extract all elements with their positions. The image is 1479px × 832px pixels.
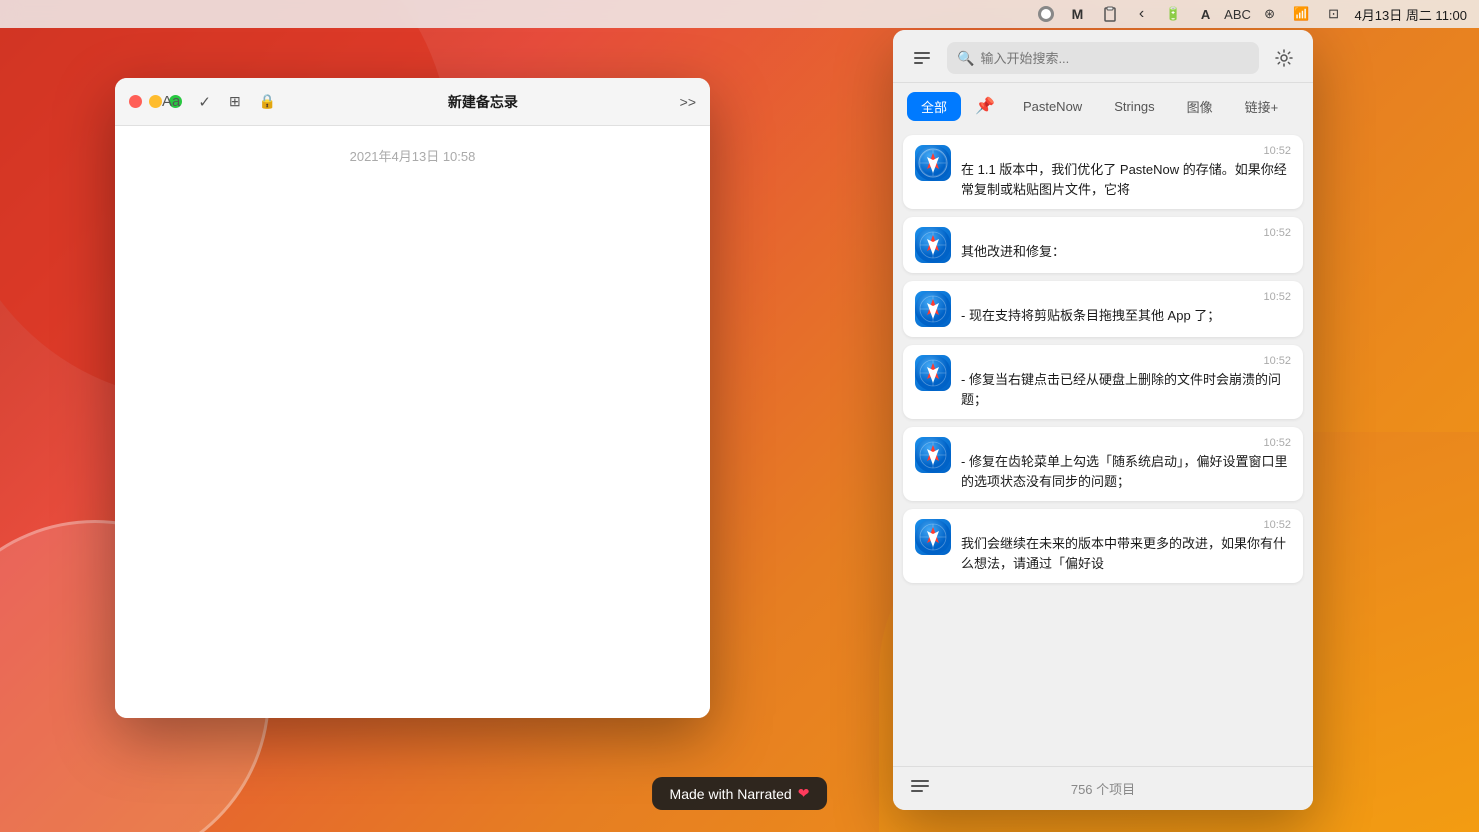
clip-text: 其他改进和修复： xyxy=(961,242,1291,262)
clip-time: 10:52 xyxy=(1263,227,1291,239)
clip-body: 10:52 我们会继续在未来的版本中带来更多的改进，如果你有什么想法，请通过「偏… xyxy=(961,519,1291,573)
menubar-pastenow-icon[interactable] xyxy=(1035,3,1057,25)
clip-text: - 现在支持将剪贴板条目拖拽至其他 App 了； xyxy=(961,306,1291,326)
app-icon-safari xyxy=(915,291,951,327)
search-icon: 🔍 xyxy=(957,50,974,67)
clip-meta: 10:52 xyxy=(961,291,1291,303)
clip-time: 10:52 xyxy=(1263,437,1291,449)
app-icon-safari xyxy=(915,145,951,181)
clip-time: 10:52 xyxy=(1263,355,1291,367)
tab-links[interactable]: 链接+ xyxy=(1231,92,1293,121)
notes-window-title: 新建备忘录 xyxy=(316,92,650,112)
list-item[interactable]: 10:52 我们会继续在未来的版本中带来更多的改进，如果你有什么想法，请通过「偏… xyxy=(903,509,1303,583)
clip-meta: 10:52 xyxy=(961,355,1291,367)
menubar-font-icon[interactable]: A xyxy=(1195,3,1217,25)
menubar-m-icon[interactable]: M xyxy=(1067,3,1089,25)
clip-time: 10:52 xyxy=(1263,145,1291,157)
app-icon-safari xyxy=(915,227,951,263)
clip-body: 10:52 在 1.1 版本中，我们优化了 PasteNow 的存储。如果你经常… xyxy=(961,145,1291,199)
tooltip-text: Made with Narrated xyxy=(670,786,792,802)
settings-button[interactable] xyxy=(1269,43,1299,73)
pastenow-panel: 🔍 全部 📌 PasteNow Strings 图像 链接+ xyxy=(893,30,1313,810)
toolbar-font-button[interactable]: Aa xyxy=(162,93,180,110)
tab-strings[interactable]: Strings xyxy=(1100,94,1168,119)
notes-window: Aa ✓ ⊞ 🔒 新建备忘录 >> 2021年4月13日 10:58 xyxy=(115,78,710,718)
toolbar-table-button[interactable]: ⊞ xyxy=(229,93,241,110)
tooltip-heart-icon: ❤ xyxy=(798,785,810,802)
tab-pinned[interactable]: 📌 xyxy=(965,91,1005,121)
list-item[interactable]: 10:52 - 修复当右键点击已经从硬盘上删除的文件时会崩溃的问题； xyxy=(903,345,1303,419)
clip-time: 10:52 xyxy=(1263,519,1291,531)
panel-footer: 756 个项目 xyxy=(893,766,1313,810)
clip-body: 10:52 - 现在支持将剪贴板条目拖拽至其他 App 了； xyxy=(961,291,1291,326)
app-icon-safari xyxy=(915,437,951,473)
menubar-bluetooth-icon[interactable]: ⊛ xyxy=(1259,3,1281,25)
panel-header: 🔍 xyxy=(893,30,1313,83)
list-item[interactable]: 10:52 在 1.1 版本中，我们优化了 PasteNow 的存储。如果你经常… xyxy=(903,135,1303,209)
menubar-wifi-icon[interactable]: 📶 xyxy=(1291,3,1313,25)
clip-time: 10:52 xyxy=(1263,291,1291,303)
tab-all[interactable]: 全部 xyxy=(907,92,961,121)
notes-titlebar: Aa ✓ ⊞ 🔒 新建备忘录 >> xyxy=(115,78,710,126)
list-item[interactable]: 10:52 - 现在支持将剪贴板条目拖拽至其他 App 了； xyxy=(903,281,1303,337)
menubar-datetime: 4月13日 周二 11:00 xyxy=(1355,5,1467,24)
app-icon-safari xyxy=(915,355,951,391)
search-input[interactable] xyxy=(980,51,1249,66)
notes-timestamp: 2021年4月13日 10:58 xyxy=(350,146,476,165)
app-icon-safari xyxy=(915,519,951,555)
menubar: M ‹ 🔋 A ABC ⊛ 📶 ⊡ 4月13日 周二 11:00 xyxy=(0,0,1479,28)
clip-body: 10:52 - 修复当右键点击已经从硬盘上删除的文件时会崩溃的问题； xyxy=(961,355,1291,409)
toolbar-lock-button[interactable]: 🔒 xyxy=(259,93,276,110)
search-bar[interactable]: 🔍 xyxy=(947,42,1259,74)
clip-meta: 10:52 xyxy=(961,437,1291,449)
list-item[interactable]: 10:52 - 修复在齿轮菜单上勾选「随系统启动」，偏好设置窗口里的选项状态没有… xyxy=(903,427,1303,501)
clip-text: 在 1.1 版本中，我们优化了 PasteNow 的存储。如果你经常复制或粘贴图… xyxy=(961,160,1291,199)
menubar-back-icon[interactable]: ‹ xyxy=(1131,3,1153,25)
clip-meta: 10:52 xyxy=(961,227,1291,239)
made-with-narrated-tooltip: Made with Narrated ❤ xyxy=(652,777,828,810)
clip-body: 10:52 其他改进和修复： xyxy=(961,227,1291,262)
clipboard-items-list[interactable]: 10:52 在 1.1 版本中，我们优化了 PasteNow 的存储。如果你经常… xyxy=(893,129,1313,766)
filter-tabs: 全部 📌 PasteNow Strings 图像 链接+ xyxy=(893,83,1313,129)
menubar-right: M ‹ 🔋 A ABC ⊛ 📶 ⊡ 4月13日 周二 11:00 xyxy=(1035,3,1467,25)
clip-text: - 修复当右键点击已经从硬盘上删除的文件时会崩溃的问题； xyxy=(961,370,1291,409)
list-item[interactable]: 10:52 其他改进和修复： xyxy=(903,217,1303,273)
menubar-controlcenter-icon[interactable]: ⊡ xyxy=(1323,3,1345,25)
window-minimize-button[interactable] xyxy=(149,95,162,108)
footer-menu-icon[interactable] xyxy=(909,775,931,802)
toolbar-expand-button[interactable]: >> xyxy=(680,94,696,110)
clip-meta: 10:52 xyxy=(961,145,1291,157)
footer-item-count: 756 个项目 xyxy=(1071,779,1135,798)
clip-text: - 修复在齿轮菜单上勾选「随系统启动」，偏好设置窗口里的选项状态没有同步的问题； xyxy=(961,452,1291,491)
tab-images[interactable]: 图像 xyxy=(1173,92,1227,121)
tab-pastenow[interactable]: PasteNow xyxy=(1009,94,1096,119)
toolbar-check-button[interactable]: ✓ xyxy=(198,93,211,111)
clip-text: 我们会继续在未来的版本中带来更多的改进，如果你有什么想法，请通过「偏好设 xyxy=(961,534,1291,573)
window-close-button[interactable] xyxy=(129,95,142,108)
notes-content-area[interactable]: 2021年4月13日 10:58 xyxy=(115,126,710,718)
menubar-abc-label: ABC xyxy=(1227,3,1249,25)
panel-sidebar-toggle[interactable] xyxy=(907,43,937,73)
menubar-clipboard-icon[interactable] xyxy=(1099,3,1121,25)
clip-body: 10:52 - 修复在齿轮菜单上勾选「随系统启动」，偏好设置窗口里的选项状态没有… xyxy=(961,437,1291,491)
menubar-battery-icon[interactable]: 🔋 xyxy=(1163,3,1185,25)
clip-meta: 10:52 xyxy=(961,519,1291,531)
